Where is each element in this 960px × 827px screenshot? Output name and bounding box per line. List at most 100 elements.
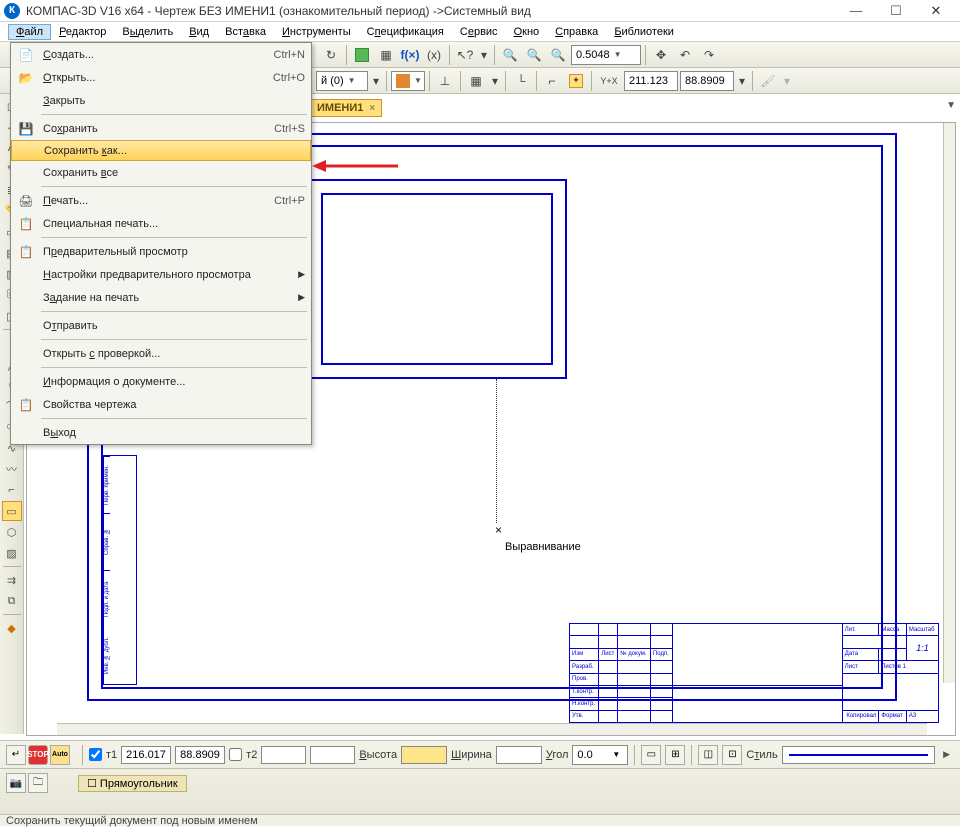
snap-trace-line: [496, 379, 497, 523]
t1-x-field[interactable]: [121, 746, 171, 764]
t2-x-field[interactable]: [261, 746, 306, 764]
layer-dropdown[interactable]: й (0) ▼: [316, 71, 368, 91]
t1-y-field[interactable]: [175, 746, 225, 764]
prop-stop-icon[interactable]: STOP: [28, 745, 48, 765]
menu-tools[interactable]: Инструменты: [274, 24, 359, 40]
height-label: Высота: [359, 749, 397, 761]
t1-checkbox[interactable]: [89, 748, 102, 761]
axes-mode2-icon[interactable]: ⊞: [665, 745, 685, 765]
menu-item-preview[interactable]: Предварительный просмотр: [11, 240, 311, 263]
fx-icon[interactable]: f(×): [399, 44, 421, 66]
tabs-dropdown-icon[interactable]: ▼: [946, 100, 956, 111]
menu-view[interactable]: Вид: [181, 24, 217, 40]
y-coord-field[interactable]: [680, 71, 734, 91]
height-field[interactable]: [401, 746, 447, 764]
h-scrollbar[interactable]: [57, 723, 927, 735]
menu-item-new[interactable]: Создать... Ctrl+N: [11, 43, 311, 66]
maximize-button[interactable]: ☐: [876, 1, 916, 21]
menu-item-special-print[interactable]: Специальная печать...: [11, 212, 311, 235]
property-tab[interactable]: ☐ Прямоугольник: [78, 775, 187, 792]
menu-item-preview-settings[interactable]: Настройки предварительного просмотра ▶: [11, 263, 311, 286]
doc-tab-active[interactable]: ИМЕНИ1 ×: [310, 99, 382, 117]
report-icon[interactable]: ▦: [375, 44, 397, 66]
t2-y-field[interactable]: [310, 746, 355, 764]
menu-window[interactable]: Окно: [506, 24, 548, 40]
grid-icon[interactable]: ▦: [465, 70, 487, 92]
t2-checkbox[interactable]: [229, 748, 242, 761]
tool-assoc-icon[interactable]: ◆: [2, 618, 22, 638]
width-field[interactable]: [496, 746, 542, 764]
zoom-fit-icon[interactable]: 🔍: [523, 44, 545, 66]
snap-icon[interactable]: ⌐: [541, 70, 563, 92]
tool-bezier-icon[interactable]: 〰: [2, 459, 22, 479]
menu-select[interactable]: Выделить: [114, 24, 181, 40]
tool-collect-icon[interactable]: ⧉: [2, 591, 22, 611]
doc-tab-label: ИМЕНИ1: [317, 102, 363, 114]
menu-editor[interactable]: Редактор: [51, 24, 114, 40]
snap-toggle-icon[interactable]: ✦: [565, 70, 587, 92]
tool-polygon-icon[interactable]: ⬡: [2, 522, 22, 542]
menu-separator: [41, 367, 307, 368]
rotate-left-icon[interactable]: ↶: [674, 44, 696, 66]
app-icon: К: [4, 3, 20, 19]
dropdown-icon[interactable]: ▾: [478, 44, 490, 66]
close-button[interactable]: ✕: [916, 1, 956, 21]
menu-item-doc-info[interactable]: Информация о документе...: [11, 370, 311, 393]
axes-mode1-icon[interactable]: ▭: [641, 745, 661, 765]
menu-service[interactable]: Сервис: [452, 24, 506, 40]
line-style-dropdown[interactable]: [782, 746, 935, 764]
zoom-sel-icon[interactable]: 🔍: [547, 44, 569, 66]
menu-libs[interactable]: Библиотеки: [606, 24, 682, 40]
context-help-icon[interactable]: ↖?: [454, 44, 476, 66]
brush-icon[interactable]: 🖌: [757, 70, 779, 92]
prop-apply-icon[interactable]: ↵: [6, 745, 26, 765]
v-scrollbar[interactable]: [943, 123, 955, 683]
menu-item-send[interactable]: Отправить: [11, 314, 311, 337]
dropdown-icon[interactable]: ▾: [489, 70, 501, 92]
menu-item-save[interactable]: Сохранить Ctrl+S: [11, 117, 311, 140]
menu-item-close[interactable]: Закрыть: [11, 89, 311, 112]
menu-insert[interactable]: Вставка: [217, 24, 274, 40]
menu-item-save-as[interactable]: Сохранить как...: [11, 140, 311, 161]
x-coord-field[interactable]: [624, 71, 678, 91]
tool-rectangle-icon[interactable]: ▭: [2, 501, 22, 521]
pan-icon[interactable]: ✥: [650, 44, 672, 66]
ortho-icon[interactable]: ⊥: [434, 70, 456, 92]
menu-item-exit[interactable]: Выход: [11, 421, 311, 444]
menu-item-print-job[interactable]: Задание на печать ▶: [11, 286, 311, 309]
menu-file[interactable]: Файл: [8, 24, 51, 40]
zoom-factor-value: 0.5048: [576, 49, 610, 61]
tool-hatch-icon[interactable]: ▨: [2, 543, 22, 563]
prop-auto-icon[interactable]: Auto: [50, 745, 70, 765]
zoom-rect-icon[interactable]: 🔍: [499, 44, 521, 66]
menu-item-save-all[interactable]: Сохранить все: [11, 161, 311, 184]
dropdown-icon[interactable]: ▾: [781, 70, 793, 92]
menu-item-open[interactable]: Открыть... Ctrl+O: [11, 66, 311, 89]
menu-item-drawing-props[interactable]: Свойства чертежа: [11, 393, 311, 416]
menu-item-print[interactable]: Печать... Ctrl+P: [11, 189, 311, 212]
menu-spec[interactable]: Спецификация: [359, 24, 452, 40]
corner-mode-icon[interactable]: ⊡: [722, 745, 742, 765]
dropdown-icon[interactable]: ▾: [370, 70, 382, 92]
refresh-icon[interactable]: ↻: [320, 44, 342, 66]
menu-help[interactable]: Справка: [547, 24, 606, 40]
table-icon[interactable]: [351, 44, 373, 66]
tool-equid-icon[interactable]: ⇉: [2, 570, 22, 590]
side-label: Подп. и дата: [104, 570, 110, 627]
zoom-factor-field[interactable]: 0.5048 ▼: [571, 45, 641, 65]
tool-chamfer-icon[interactable]: ⌐: [2, 480, 22, 500]
color-dropdown[interactable]: ▼: [391, 71, 425, 91]
rotate-right-icon[interactable]: ↷: [698, 44, 720, 66]
angle-field[interactable]: ▼: [572, 745, 628, 765]
close-tab-icon[interactable]: ×: [369, 103, 375, 114]
center-mode-icon[interactable]: ◫: [698, 745, 718, 765]
side-label: Справ. №: [104, 513, 110, 570]
minimize-button[interactable]: —: [836, 1, 876, 21]
vars-icon[interactable]: (x): [423, 44, 445, 66]
lcs-icon[interactable]: └: [510, 70, 532, 92]
menu-item-open-verify[interactable]: Открыть с проверкой...: [11, 342, 311, 365]
prop-copy-icon[interactable]: 📷: [6, 773, 26, 793]
prop-lib-icon[interactable]: 🗀: [28, 773, 48, 793]
dropdown-icon[interactable]: ▾: [736, 70, 748, 92]
blank-icon: [15, 266, 37, 284]
